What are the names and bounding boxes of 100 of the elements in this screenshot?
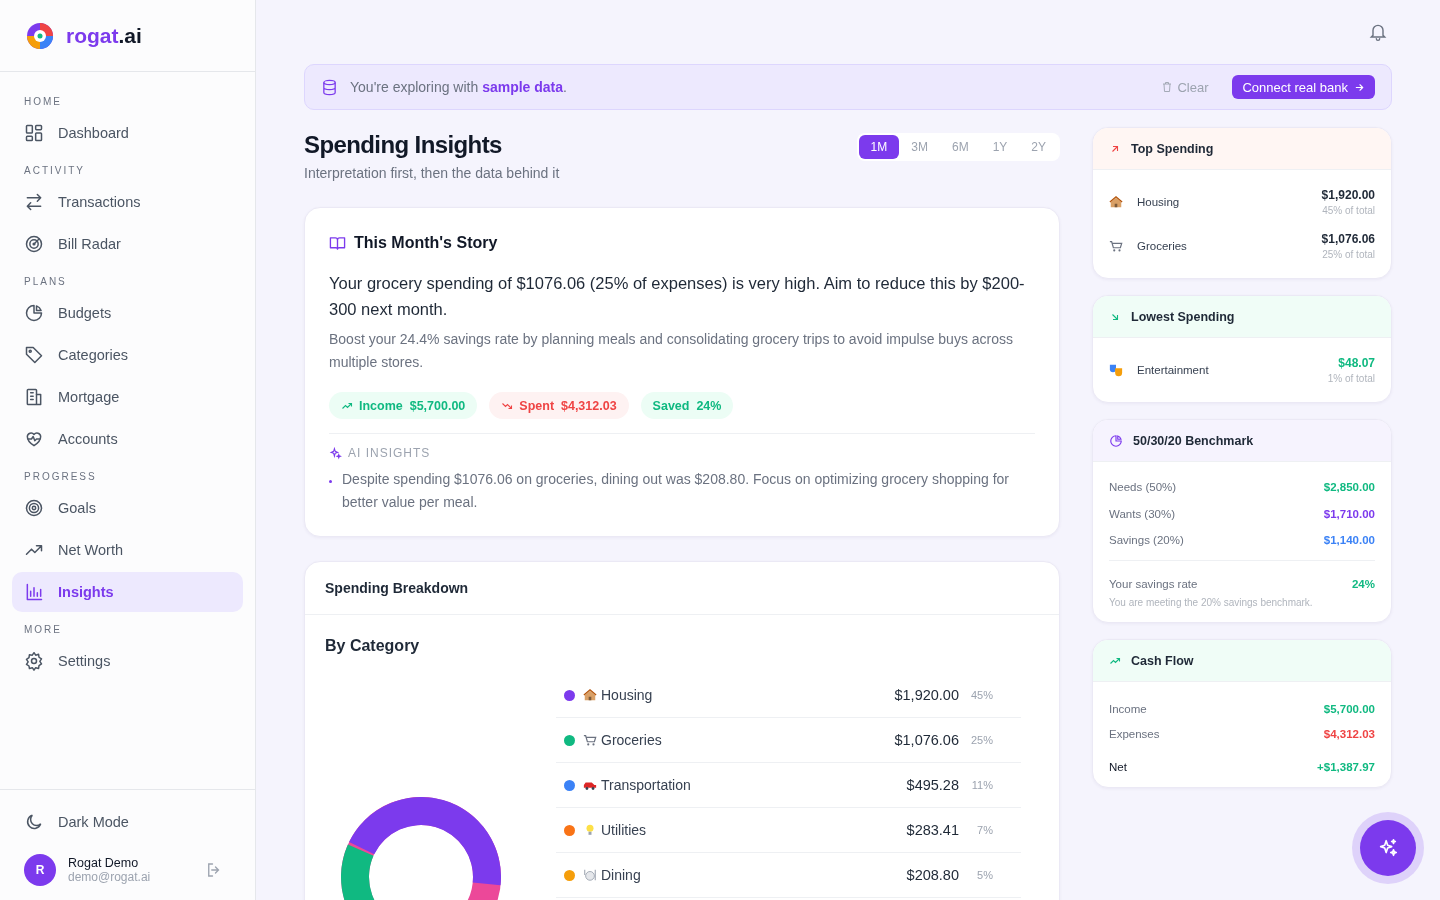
house-icon: [1109, 195, 1123, 209]
page-subtitle: Interpretation first, then the data behind it: [304, 165, 560, 181]
card-title: Top Spending: [1131, 141, 1214, 156]
benchmark-label: Needs (50%): [1109, 481, 1177, 494]
category-amount: $1,920.00: [894, 687, 959, 703]
pie-chart-icon: [24, 303, 44, 323]
nav-section-heading: PROGRESS: [23, 470, 98, 484]
heart-pulse-icon: [24, 429, 44, 449]
brand-name: rogat.ai: [66, 23, 142, 48]
spending-share: 25% of total: [1322, 249, 1375, 260]
nav-item[interactable]: Categories: [12, 335, 243, 375]
sparkles-icon: [329, 446, 342, 460]
nav-item[interactable]: Budgets: [12, 293, 243, 333]
plate-icon: [583, 868, 597, 882]
savings-rate-value: 24%: [1351, 577, 1375, 590]
bell-icon[interactable]: [1368, 22, 1388, 42]
category-name: Utilities: [601, 822, 648, 838]
benchmark-value: $1,140.00: [1323, 534, 1375, 547]
spending-amount: $1,076.06: [1321, 232, 1375, 246]
nav-item[interactable]: Dashboard: [12, 113, 243, 153]
category-amount: $1,076.06: [894, 732, 959, 748]
nav-section-heading: MORE: [23, 623, 63, 637]
cash-flow-label: Expenses: [1109, 727, 1160, 740]
cash-flow-label: Income: [1109, 702, 1147, 715]
benchmark-value: $2,850.00: [1323, 481, 1375, 494]
card-title: 50/30/20 Benchmark: [1133, 433, 1254, 448]
nav-item[interactable]: Settings: [12, 641, 243, 681]
cash-flow-label: Net: [1109, 760, 1127, 773]
nav-item[interactable]: Goals: [12, 488, 243, 528]
ai-insights-heading: AI INSIGHTS: [348, 446, 431, 460]
pill-text: Income $5,700.00: [359, 398, 466, 413]
category-name: Groceries: [1137, 240, 1188, 252]
benchmark-note: You are meeting the 20% savings benchmark.: [1109, 597, 1314, 610]
benchmark-label: Savings (20%): [1109, 534, 1184, 547]
cart-icon: [1109, 239, 1123, 253]
page-title: Spending Insights: [304, 131, 503, 159]
card-title: Cash Flow: [1131, 653, 1194, 668]
category-amount: $283.41: [906, 822, 959, 838]
nav-item[interactable]: Transactions: [12, 182, 243, 222]
nav-item[interactable]: Mortgage: [12, 377, 243, 417]
cash-flow-value: +$1,387.97: [1317, 760, 1375, 773]
nav-item[interactable]: Insights: [12, 572, 243, 612]
category-name: Entertainment: [1137, 364, 1210, 376]
nav-item[interactable]: Bill Radar: [12, 224, 243, 264]
category-percent: 7%: [976, 824, 993, 836]
pie-chart-icon: [1109, 433, 1123, 448]
category-name: Housing: [1137, 196, 1181, 208]
arrows-icon: [24, 192, 44, 212]
category-percent: 5%: [976, 869, 993, 881]
category-amount: $208.80: [906, 867, 959, 883]
user-avatar: R: [24, 854, 56, 886]
connect-bank-button[interactable]: Connect real bank: [1232, 75, 1375, 99]
user-email: demo@rogat.ai: [68, 870, 152, 884]
benchmark-value: $1,710.00: [1323, 507, 1375, 520]
time-range-tab[interactable]: 1M: [858, 135, 900, 159]
spending-share: 1% of total: [1327, 373, 1375, 384]
spending-amount: $1,920.00: [1321, 188, 1375, 202]
story-headline: Your grocery spending of $1076.06 (25% of expenses) is very high. Aim to reduce this by $200-300 next month.: [329, 273, 1026, 320]
nav-item[interactable]: Accounts: [12, 419, 243, 459]
user-name: Rogat Demo: [68, 856, 140, 870]
spending-amount: $48.07: [1338, 356, 1375, 370]
tag-icon: [24, 345, 44, 365]
category-name: Dining: [601, 867, 642, 883]
settings-icon: [24, 651, 44, 671]
nav-section-heading: ACTIVITY: [23, 164, 86, 178]
banner-text: You're exploring with sample data.: [350, 79, 567, 95]
cart-icon: [583, 733, 597, 747]
nav-section-heading: HOME: [23, 95, 63, 109]
category-name: Groceries: [601, 732, 663, 748]
section-title: By Category: [325, 637, 421, 655]
dashboard-grid-icon: [24, 123, 44, 143]
savings-rate-label: Your savings rate: [1109, 577, 1198, 590]
book-icon: [329, 234, 346, 252]
benchmark-label: Wants (30%): [1109, 507, 1176, 520]
cash-flow-value: $4,312.03: [1323, 727, 1375, 740]
bar-chart-icon: [24, 582, 44, 602]
category-amount: $495.28: [906, 777, 959, 793]
arrow-right-icon: [1354, 81, 1365, 93]
building-icon: [24, 387, 44, 407]
pill-text: Spent $4,312.03: [519, 398, 617, 413]
story-body: Boost your 24.4% savings rate by planning meals and consolidating grocery trips to avoid impulse buys across multiple stores.: [329, 330, 1015, 372]
category-name: Housing: [601, 687, 654, 703]
nav-section-heading: PLANS: [23, 275, 68, 289]
ai-insight-text: Despite spending $1076.06 on groceries, dining out was $208.80. Focus on optimizing grocery shopping for better value per meal.: [342, 470, 1010, 512]
nav-item[interactable]: Net Worth: [12, 530, 243, 570]
category-percent: 25%: [969, 734, 993, 746]
card-title: This Month's Story: [354, 234, 498, 252]
ai-assistant-button[interactable]: [1360, 820, 1416, 876]
pill-text: Saved 24%: [652, 398, 722, 413]
bullet-dot: [329, 480, 332, 483]
category-percent: 45%: [969, 689, 993, 701]
dark-mode-toggle[interactable]: Dark Mode: [12, 802, 243, 842]
category-name: Transportation: [601, 777, 692, 793]
logo-icon: [26, 21, 54, 50]
trash-icon: [1161, 81, 1174, 93]
card-title: Spending Breakdown: [325, 580, 469, 596]
category-percent: 11%: [970, 779, 993, 791]
card-title: Lowest Spending: [1131, 309, 1235, 324]
target-icon: [24, 498, 44, 518]
radar-icon: [24, 234, 44, 254]
